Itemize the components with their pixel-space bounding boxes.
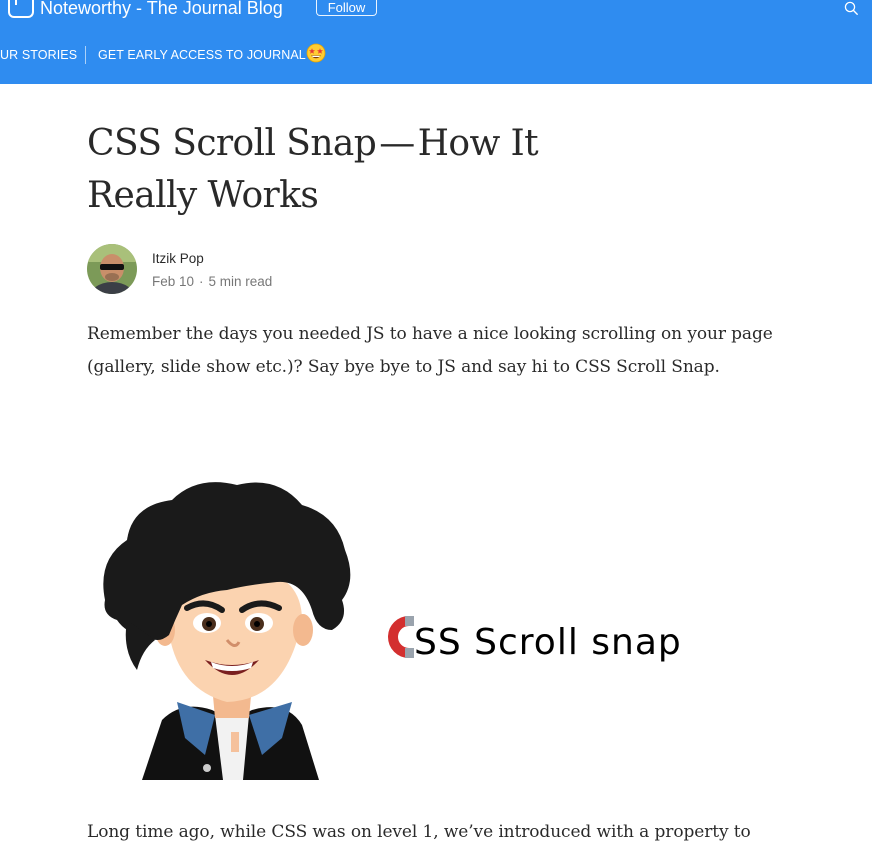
publication-logo[interactable] — [8, 0, 34, 18]
cartoon-author-avatar — [103, 482, 351, 780]
nav-item-our-stories[interactable]: UR STORIES — [0, 44, 77, 66]
star-struck-emoji-icon — [306, 43, 326, 63]
follow-button[interactable]: Follow — [316, 0, 377, 16]
post-date[interactable]: Feb 10 — [152, 274, 194, 289]
author-avatar[interactable] — [87, 244, 137, 294]
author-name[interactable]: Itzik Pop — [152, 250, 204, 268]
meta-separator: · — [199, 274, 204, 289]
publication-title[interactable]: Noteworthy - The Journal Blog — [40, 0, 283, 19]
search-icon[interactable] — [844, 1, 858, 15]
read-time: 5 min read — [208, 274, 273, 289]
post-meta: Feb 10 · 5 min read — [152, 273, 272, 291]
nav-item-early-access[interactable]: GET EARLY ACCESS TO JOURNAL — [98, 44, 306, 66]
hero-caption: SS Scroll snap — [414, 622, 682, 663]
magnet-icon — [388, 616, 414, 658]
publication-header: Noteworthy - The Journal Blog Follow UR … — [0, 0, 872, 84]
body-paragraph: Long time ago, while CSS was on level 1,… — [87, 822, 751, 842]
article-title: CSS Scroll Snap — How It Really Works — [87, 123, 539, 216]
nav-divider — [85, 46, 86, 64]
intro-paragraph: Remember the days you needed JS to have … — [87, 324, 773, 377]
